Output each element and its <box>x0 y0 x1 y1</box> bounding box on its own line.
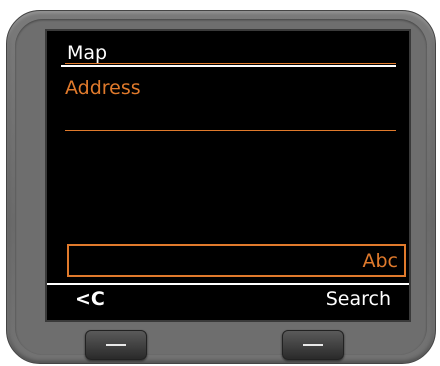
phone-device: Map Address Abc <C Search <box>6 10 436 364</box>
title-underline <box>65 63 396 64</box>
input-mode-indicator: Abc <box>362 250 398 272</box>
display-screen: Map Address Abc <C Search <box>45 29 411 322</box>
dash-icon <box>106 344 126 346</box>
softkey-clear[interactable]: <C <box>75 287 105 311</box>
address-input[interactable]: Abc <box>67 244 406 277</box>
address-label: Address <box>65 77 141 99</box>
softkey-separator <box>47 283 409 285</box>
dash-icon <box>303 344 323 346</box>
right-hardware-softkey-button[interactable] <box>282 330 344 360</box>
left-hardware-softkey-button[interactable] <box>85 330 147 360</box>
address-field-underline[interactable] <box>65 130 396 131</box>
screen-title: Map <box>67 42 108 64</box>
softkey-search[interactable]: Search <box>326 287 391 311</box>
